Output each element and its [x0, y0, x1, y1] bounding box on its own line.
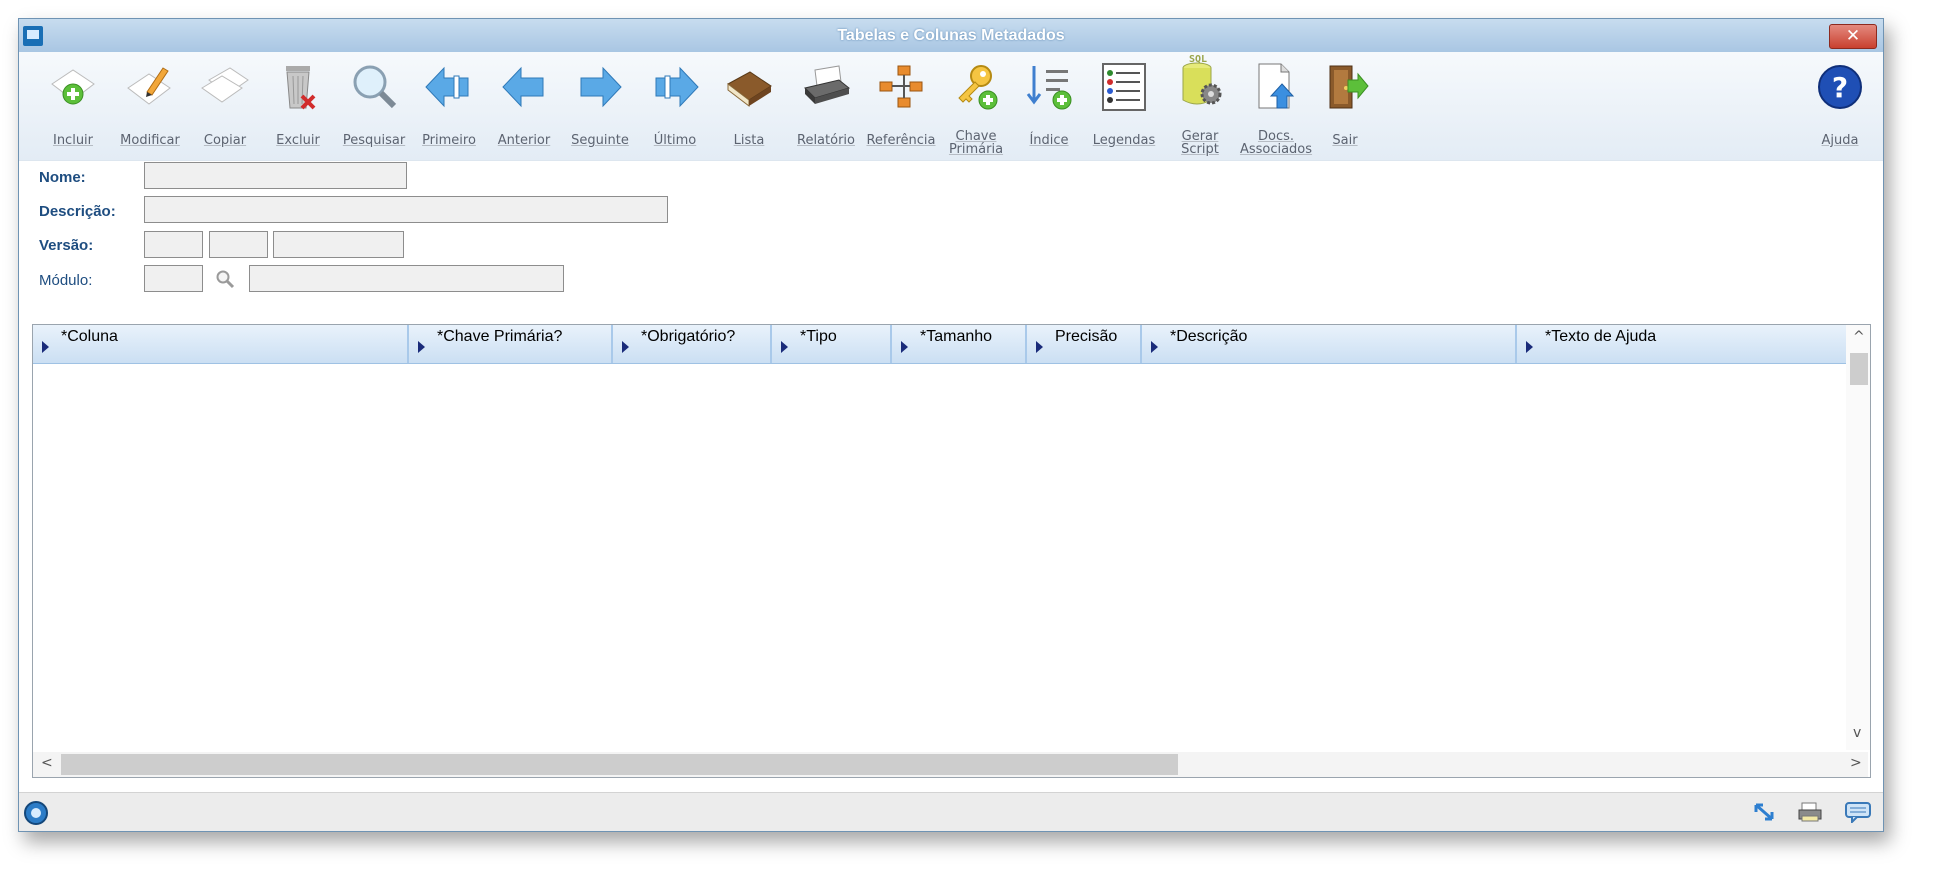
scroll-down-arrow[interactable]: v	[1853, 725, 1861, 741]
toolbar-seguinte-button[interactable]: Seguinte	[561, 52, 639, 160]
toolbar-sair-button[interactable]: Sair	[1306, 52, 1384, 160]
nome-field[interactable]	[144, 162, 407, 189]
exit-door-icon	[1320, 62, 1370, 112]
toolbar-ultimo-button[interactable]: Último	[636, 52, 714, 160]
column-header[interactable]: *Texto de Ajuda	[1517, 325, 1855, 363]
versao-label: Versão:	[39, 237, 94, 254]
help-icon: ?	[1815, 62, 1865, 112]
column-header-label: *Tipo	[800, 328, 837, 345]
toolbar-label: Ajuda	[1821, 133, 1859, 148]
sql-script-icon: SQL	[1175, 52, 1225, 112]
descricao-label: Descrição:	[39, 203, 116, 220]
column-header-label: *Coluna	[61, 328, 118, 345]
sort-triangle-icon	[622, 341, 629, 353]
sort-triangle-icon	[42, 341, 49, 353]
next-arrow-icon	[575, 62, 625, 112]
versao-build-field[interactable]	[273, 231, 404, 258]
scroll-up-arrow[interactable]: ^	[1853, 329, 1865, 345]
horizontal-scroll-thumb[interactable]	[61, 754, 1178, 775]
versao-minor-field[interactable]	[209, 231, 268, 258]
toolbar-relatorio-button[interactable]: Relatório	[787, 52, 865, 160]
columns-grid: *Coluna *Chave Primária? *Obrigatório? *…	[32, 324, 1871, 778]
book-icon	[724, 62, 774, 112]
upload-document-icon	[1251, 62, 1301, 112]
toolbar-incluir-button[interactable]: Incluir	[34, 52, 112, 160]
toolbar-label: Sair	[1332, 133, 1358, 148]
message-icon[interactable]	[1844, 801, 1871, 825]
app-status-icon[interactable]	[23, 800, 48, 825]
grid-header: *Coluna *Chave Primária? *Obrigatório? *…	[33, 325, 1855, 364]
scroll-right-arrow[interactable]: >	[1850, 755, 1862, 771]
key-icon	[951, 62, 1001, 112]
window-title: Tabelas e Colunas Metadados	[837, 27, 1065, 44]
column-header-label: *Texto de Ajuda	[1545, 328, 1657, 345]
column-header[interactable]: *Coluna	[33, 325, 409, 363]
svg-text:?: ?	[1832, 71, 1848, 104]
add-document-icon	[48, 62, 98, 112]
sort-triangle-icon	[1526, 341, 1533, 353]
toolbar-ajuda-button[interactable]: ? Ajuda	[1801, 52, 1879, 160]
magnifier-icon	[349, 62, 399, 112]
toolbar-gerar-script-button[interactable]: SQL Gerar Script	[1161, 52, 1239, 160]
column-header-label: Precisão	[1055, 328, 1118, 345]
first-arrow-icon	[424, 62, 474, 112]
modulo-label: Módulo:	[39, 272, 93, 289]
sort-triangle-icon	[1036, 341, 1043, 353]
toolbar-referencia-button[interactable]: Referência	[862, 52, 940, 160]
toolbar-primeiro-button[interactable]: Primeiro	[410, 52, 488, 160]
toolbar-excluir-button[interactable]: Excluir	[259, 52, 337, 160]
toolbar-label: Gerar Script	[1181, 129, 1219, 157]
column-header-label: *Obrigatório?	[641, 328, 736, 345]
column-header[interactable]: *Tipo	[772, 325, 892, 363]
trash-icon	[273, 62, 323, 112]
modulo-search-icon[interactable]	[215, 269, 237, 291]
print-config-icon[interactable]	[1797, 801, 1822, 823]
vertical-scroll-thumb[interactable]	[1850, 353, 1868, 385]
index-icon	[1024, 62, 1074, 112]
vertical-scrollbar[interactable]: ^ v	[1846, 325, 1870, 750]
column-header[interactable]: *Tamanho	[892, 325, 1027, 363]
toolbar-label: Chave Primária	[948, 129, 1004, 157]
main-window: Tabelas e Colunas Metadados ✕ Incluir Mo…	[18, 18, 1884, 832]
column-header[interactable]: Precisão	[1027, 325, 1142, 363]
legend-list-icon	[1099, 62, 1149, 112]
sort-triangle-icon	[781, 341, 788, 353]
sort-triangle-icon	[1151, 341, 1158, 353]
descricao-field[interactable]	[144, 196, 668, 223]
column-header-label: *Descrição	[1170, 328, 1248, 345]
column-header[interactable]: *Obrigatório?	[613, 325, 772, 363]
toolbar-modificar-button[interactable]: Modificar	[111, 52, 189, 160]
sort-triangle-icon	[901, 341, 908, 353]
printer-icon	[801, 62, 851, 112]
toolbar-pesquisar-button[interactable]: Pesquisar	[335, 52, 413, 160]
last-arrow-icon	[650, 62, 700, 112]
previous-arrow-icon	[499, 62, 549, 112]
column-header[interactable]: *Descrição	[1142, 325, 1517, 363]
horizontal-scrollbar[interactable]: < >	[33, 752, 1868, 777]
resize-icon[interactable]	[1752, 801, 1776, 823]
toolbar-label: Referência	[866, 133, 936, 148]
title-bar: Tabelas e Colunas Metadados ✕	[19, 19, 1883, 52]
toolbar-label: Legendas	[1092, 133, 1156, 148]
column-header[interactable]: *Chave Primária?	[409, 325, 613, 363]
modulo-code-field[interactable]	[144, 265, 203, 292]
column-header-label: *Tamanho	[920, 328, 993, 345]
modulo-description-field[interactable]	[249, 265, 564, 292]
toolbar-legendas-button[interactable]: Legendas	[1085, 52, 1163, 160]
toolbar-anterior-button[interactable]: Anterior	[485, 52, 563, 160]
toolbar: Incluir Modificar Copiar Excluir Pesquis…	[19, 52, 1883, 161]
copy-document-icon	[200, 62, 250, 112]
toolbar-lista-button[interactable]: Lista	[710, 52, 788, 160]
versao-major-field[interactable]	[144, 231, 203, 258]
status-bar	[19, 792, 1883, 831]
close-button[interactable]: ✕	[1829, 24, 1877, 49]
edit-document-icon	[125, 62, 175, 112]
scroll-left-arrow[interactable]: <	[41, 755, 53, 771]
nome-label: Nome:	[39, 169, 86, 186]
toolbar-indice-button[interactable]: Índice	[1010, 52, 1088, 160]
hierarchy-icon	[876, 62, 926, 112]
column-header-label: *Chave Primária?	[437, 328, 563, 345]
sort-triangle-icon	[418, 341, 425, 353]
